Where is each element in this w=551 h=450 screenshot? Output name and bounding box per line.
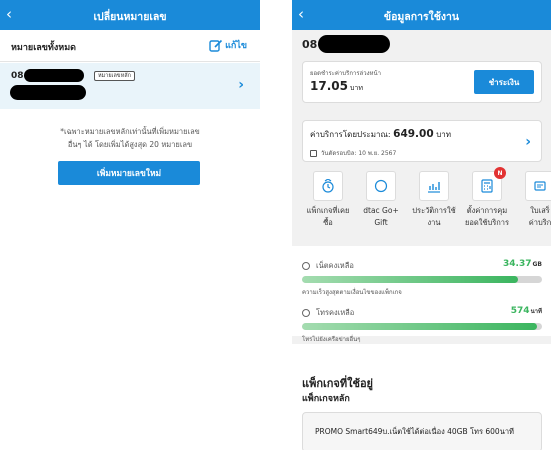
package-name: PROMO Smart649บ.เน็ตใช้ได้ต่อเนื่อง 40GB… — [315, 427, 514, 436]
menu-label: ใบเสร็ — [530, 206, 550, 215]
bill-cycle: วันตัดรอบบิล: 10 พ.ย. 2567 — [310, 148, 396, 158]
data-remaining: 34.37GB — [503, 259, 542, 269]
prepay-unit: บาท — [349, 84, 363, 92]
package-history-icon — [313, 171, 343, 201]
calculator-icon: N — [472, 167, 506, 201]
globe-icon — [302, 262, 310, 270]
menu-label: Gift — [374, 218, 388, 227]
prepay-card: ยอดชำระค่าบริการล่วงหน้า 17.05 บาท ชำระเง… — [302, 61, 542, 103]
prepay-amount: 17.05 บาท — [310, 79, 363, 94]
data-label: เน็ตคงเหลือ — [316, 261, 354, 270]
gift-circle-icon — [366, 171, 396, 201]
primary-number-badge: หมายเลขหลัก — [94, 71, 135, 81]
redaction-bar — [318, 35, 390, 53]
edit-button[interactable]: แก้ไข — [209, 37, 247, 53]
info-text-line1: *เฉพาะหมายเลขหลักเท่านั้นที่เพิ่มหมายเลข — [60, 127, 200, 136]
menu-label: dtac Go+ — [363, 206, 399, 215]
menu-item-gift[interactable]: dtac Go+ Gift — [355, 171, 407, 229]
data-usage-row: เน็ตคงเหลือ 34.37GB ความเร็วสูงสุดตามเงื… — [302, 259, 542, 297]
data-remaining-value: 34.37 — [503, 259, 532, 269]
menu-label: แพ็กเกจที่เคย — [306, 206, 350, 215]
estimate-label: ค่าบริการโดยประมาณ: — [310, 130, 391, 139]
estimate-amount: 649.00 — [393, 128, 434, 140]
pay-button[interactable]: ชำระเงิน — [474, 70, 534, 94]
info-text-line2: อื่นๆ ได้ โดยเพิ่มได้สูงสุด 20 หมายเลข — [67, 140, 193, 149]
voice-unit: นาที — [530, 308, 542, 315]
voice-label: โทรคงเหลือ — [316, 308, 355, 317]
data-progress-fill — [302, 276, 518, 283]
voice-usage-head: โทรคงเหลือ 574นาที — [302, 306, 542, 320]
account-summary: ‹ ข้อมูลการใช้งาน 08 ยอดชำระค่าบริการล่ว… — [292, 0, 551, 240]
voice-progress-bar — [302, 323, 542, 330]
numbers-section-header: หมายเลขทั้งหมด แก้ไข — [0, 30, 260, 62]
estimate-line: ค่าบริการโดยประมาณ: 649.00 บาท — [310, 128, 451, 141]
receipt-icon — [525, 171, 551, 201]
active-packages-section: แพ็กเกจที่ใช้อยู่ แพ็กเกจหลัก PROMO Smar… — [292, 344, 551, 450]
usage-section: เน็ตคงเหลือ 34.37GB ความเร็วสูงสุดตามเงื… — [292, 246, 551, 343]
main-package-label: แพ็กเกจหลัก — [302, 394, 350, 404]
usage-chart-icon — [419, 171, 449, 201]
menu-item-package-history[interactable]: แพ็กเกจที่เคยซื้อ — [302, 171, 354, 229]
voice-remaining: 574นาที — [511, 306, 542, 316]
phone-number-prefix: 08 — [302, 38, 318, 51]
voice-remaining-value: 574 — [510, 306, 530, 316]
number-list-item[interactable]: 08 หมายเลขหลัก › — [0, 63, 260, 109]
page-title: ข้อมูลการใช้งาน — [383, 11, 460, 23]
quick-menu: แพ็กเกจที่เคยซื้อ dtac Go+ Gift ประวัติกา… — [302, 167, 551, 233]
header-bar: ‹ ข้อมูลการใช้งาน — [292, 0, 551, 30]
redaction-bar — [24, 69, 84, 82]
edit-label: แก้ไข — [225, 41, 247, 51]
estimate-unit: บาท — [436, 130, 452, 139]
bill-cycle-label: วันตัดรอบบิล: 10 พ.ย. 2567 — [321, 150, 397, 157]
data-unit: GB — [532, 261, 543, 268]
add-number-button[interactable]: เพิ่มหมายเลขใหม่ — [58, 161, 200, 185]
menu-item-receipt[interactable]: ใบเสร็ค่าบริก — [514, 171, 551, 229]
voice-note: โทรไปยังเครือข่ายอื่นๆ — [302, 336, 361, 343]
phone-icon — [302, 309, 310, 317]
edit-icon — [209, 39, 223, 52]
menu-label: ซื้อ — [323, 218, 333, 227]
change-number-screen: ‹ เปลี่ยนหมายเลข หมายเลขทั้งหมด แก้ไข 08… — [0, 0, 260, 450]
menu-label: ยอดใช้บริการ — [464, 218, 510, 227]
menu-item-spending-control[interactable]: N ตั้งค่าการคุมยอดใช้บริการ — [461, 167, 513, 229]
estimate-card[interactable]: ค่าบริการโดยประมาณ: 649.00 บาท วันตัดรอบ… — [302, 120, 542, 162]
menu-label: ค่าบริก — [528, 218, 551, 227]
header-bar: ‹ เปลี่ยนหมายเลข — [0, 0, 260, 30]
packages-title: แพ็กเกจที่ใช้อยู่ — [302, 377, 374, 390]
package-card[interactable]: PROMO Smart649บ.เน็ตใช้ได้ต่อเนื่อง 40GB… — [302, 412, 542, 450]
data-note: ความเร็วสูงสุดตามเงื่อนไขของแพ็กเกจ — [302, 289, 402, 296]
menu-label: ตั้งค่าการคุม — [466, 206, 508, 215]
data-progress-bar — [302, 276, 542, 283]
menu-item-usage-history[interactable]: ประวัติการใช้งาน — [408, 171, 460, 229]
chevron-right-icon: › — [525, 134, 531, 150]
voice-progress-fill — [302, 323, 538, 330]
section-label: หมายเลขทั้งหมด — [11, 43, 76, 53]
data-usage-head: เน็ตคงเหลือ 34.37GB — [302, 259, 542, 273]
voice-usage-row: โทรคงเหลือ 574นาที โทรไปยังเครือข่ายอื่น… — [302, 306, 542, 344]
prepay-value: 17.05 — [310, 79, 348, 93]
redaction-bar — [10, 85, 86, 100]
new-badge: N — [494, 167, 506, 179]
chevron-right-icon: › — [238, 77, 244, 93]
menu-label: งาน — [427, 218, 441, 227]
prepay-label: ยอดชำระค่าบริการล่วงหน้า — [310, 70, 381, 77]
page-title: เปลี่ยนหมายเลข — [93, 11, 167, 23]
number-prefix: 08 — [11, 71, 24, 81]
calendar-icon — [310, 149, 317, 157]
menu-label: ประวัติการใช้ — [412, 206, 456, 215]
usage-info-screen: ‹ ข้อมูลการใช้งาน 08 ยอดชำระค่าบริการล่ว… — [292, 0, 551, 450]
